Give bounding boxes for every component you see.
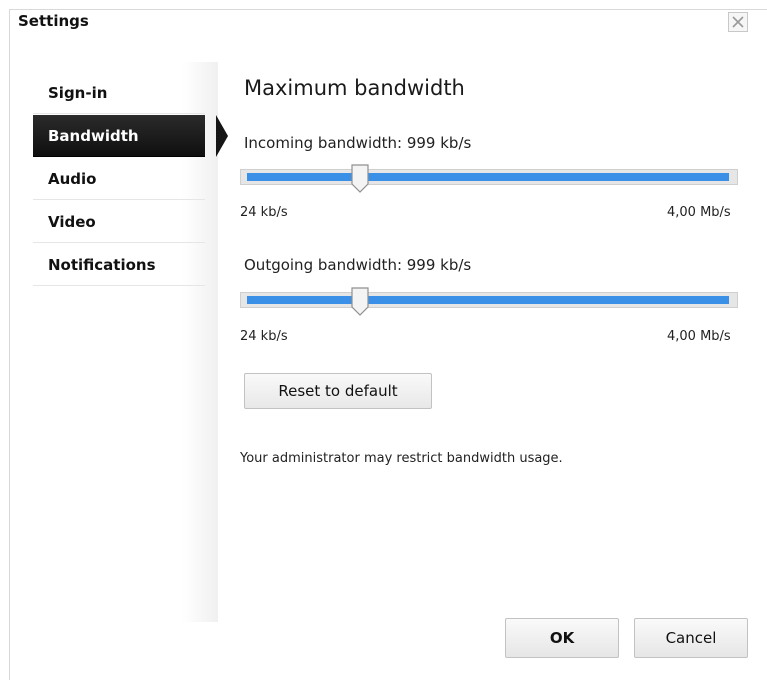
sidebar-item-label: Notifications xyxy=(48,255,156,274)
sidebar-item-notifications[interactable]: Notifications xyxy=(33,244,205,286)
sidebar-item-audio[interactable]: Audio xyxy=(33,158,205,200)
cancel-button[interactable]: Cancel xyxy=(634,618,748,658)
ok-button[interactable]: OK xyxy=(505,618,619,658)
close-icon xyxy=(732,16,744,28)
sidebar-item-label: Sign-in xyxy=(48,83,108,102)
sidebar-item-label: Bandwidth xyxy=(48,126,139,145)
sidebar-item-label: Video xyxy=(48,212,96,231)
slider-fill xyxy=(247,173,729,181)
close-button[interactable] xyxy=(728,12,748,32)
active-indicator-arrow xyxy=(216,115,228,157)
sidebar-item-bandwidth[interactable]: Bandwidth xyxy=(33,115,228,157)
slider-thumb[interactable] xyxy=(350,287,370,317)
outgoing-bandwidth-slider[interactable] xyxy=(240,287,738,316)
incoming-bandwidth-slider[interactable] xyxy=(240,164,738,193)
incoming-max-label: 4,00 Mb/s xyxy=(667,205,731,220)
admin-note: Your administrator may restrict bandwidt… xyxy=(240,451,563,466)
reset-to-default-button[interactable]: Reset to default xyxy=(244,373,432,409)
dialog-title: Settings xyxy=(18,12,89,30)
outgoing-max-label: 4,00 Mb/s xyxy=(667,329,731,344)
sidebar-item-label: Audio xyxy=(48,169,97,188)
slider-fill xyxy=(247,296,729,304)
incoming-bandwidth-label: Incoming bandwidth: 999 kb/s xyxy=(244,134,472,152)
outgoing-bandwidth-label: Outgoing bandwidth: 999 kb/s xyxy=(244,256,472,274)
sidebar: Sign-in Bandwidth Audio Video Notificati… xyxy=(22,62,228,622)
slider-thumb[interactable] xyxy=(350,164,370,194)
sidebar-item-video[interactable]: Video xyxy=(33,201,205,243)
sidebar-item-sign-in[interactable]: Sign-in xyxy=(33,72,205,114)
incoming-min-label: 24 kb/s xyxy=(240,205,288,220)
page-title: Maximum bandwidth xyxy=(244,76,465,100)
outgoing-min-label: 24 kb/s xyxy=(240,329,288,344)
